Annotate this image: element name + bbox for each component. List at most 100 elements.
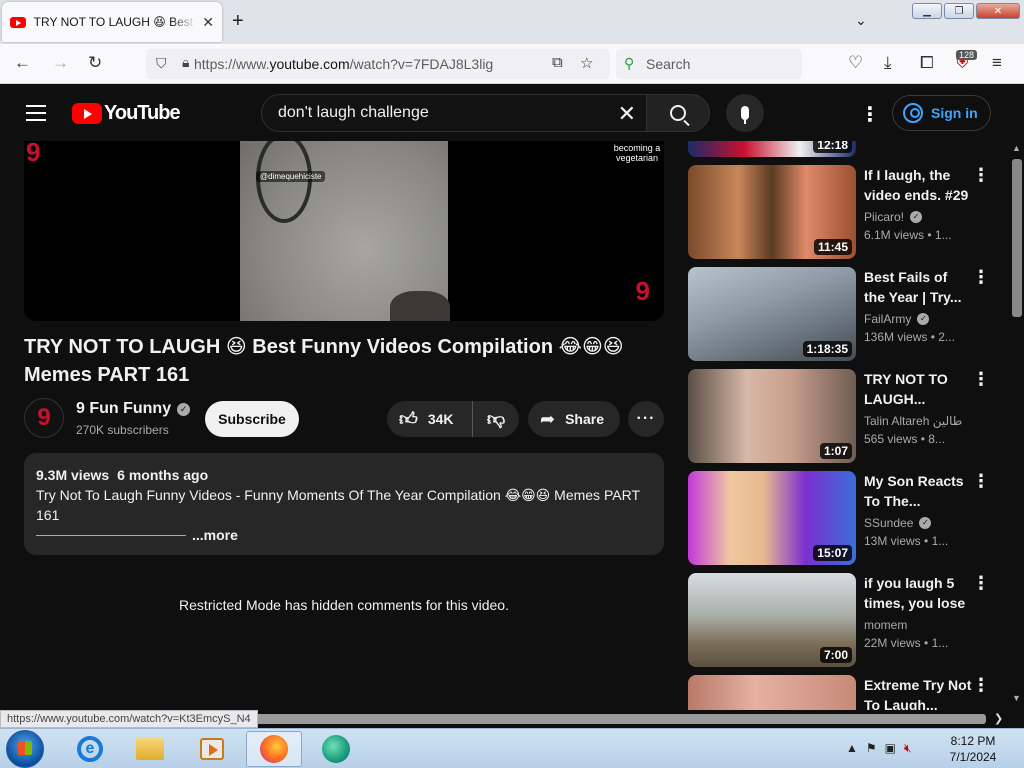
related-video-title[interactable]: Extreme Try Not To Laugh... [864,675,972,710]
scroll-right-arrow-icon[interactable]: ❯ [994,712,1003,725]
scroll-down-arrow-icon[interactable]: ▼ [1012,693,1021,703]
related-videos-sidebar: 12:18 11:45 If I laugh, the video ends. #… [688,141,1008,710]
related-video-title[interactable]: TRY NOT TO LAUGH... [864,369,972,409]
voice-search-button[interactable] [726,94,764,132]
action-center-flag-icon[interactable]: ⚑ [866,741,877,756]
pocket-icon[interactable]: ♡ [848,53,863,73]
bicycle-wheel [256,141,312,223]
bookmark-star-icon[interactable]: ☆ [580,54,593,72]
more-actions-button[interactable]: ··· [628,401,664,437]
start-button[interactable] [6,730,44,768]
minimize-button[interactable]: ▁ [912,3,942,19]
related-video-channel[interactable]: Talin Altareh طالين [864,414,962,428]
video-options-kebab-icon[interactable]: ⋮ [972,369,990,390]
close-tab-icon[interactable]: ✕ [202,14,214,31]
video-thumbnail[interactable]: 1:18:35 [688,267,856,361]
related-video-channel[interactable]: FailArmy ✓ [864,312,930,326]
taskbar-file-explorer[interactable] [122,731,178,767]
taskbar-firefox[interactable] [246,731,302,767]
guide-menu-icon[interactable] [26,105,46,121]
related-video-item[interactable]: 7:00 if you laugh 5 times, you lose momem 2… [688,573,1008,667]
tab-title: TRY NOT TO LAUGH 😆 Best Fu [33,15,197,29]
video-title: TRY NOT TO LAUGH 😆 Best Funny Videos Com… [24,336,624,386]
extensions-icon[interactable]: ⧠ [920,53,934,73]
sign-in-button[interactable]: Sign in [892,95,991,131]
verified-check-icon: ✓ [917,313,930,325]
related-video-title[interactable]: Best Fails of the Year | Try... [864,267,972,307]
tracking-shield-icon[interactable]: ⛉ [156,55,167,72]
video-options-kebab-icon[interactable]: ⋮ [972,165,990,186]
taskbar-edge[interactable] [308,731,364,767]
video-player[interactable]: 9 @dimequehiciste becoming a vegetarian … [24,141,664,321]
window-close-button[interactable]: ✕ [976,3,1020,19]
related-video-title[interactable]: My Son Reacts To The... [864,471,972,511]
browser-search-field[interactable]: ⚲ Search [616,49,802,79]
channel-name-text[interactable]: 9 Fun Funny [76,400,171,418]
list-all-tabs-chevron-icon[interactable]: ⌄ [855,12,867,29]
related-video-channel[interactable]: SSundee ✓ [864,516,932,530]
lock-icon[interactable]: 🔒︎ [182,54,189,71]
scroll-up-arrow-icon[interactable]: ▲ [1012,143,1021,153]
reload-icon[interactable]: ↻ [88,53,102,73]
related-video-channel-name[interactable]: SSundee [864,516,913,530]
subscribe-button[interactable]: Subscribe [205,401,299,437]
downloads-icon[interactable]: ⤓ [884,53,892,73]
video-thumbnail[interactable] [688,675,856,710]
related-video-channel[interactable]: momem [864,618,907,632]
related-video-channel-name[interactable]: FailArmy [864,312,911,326]
status-link-preview: https://www.youtube.com/watch?v=Kt3EmcyS… [0,710,258,728]
video-thumbnail[interactable]: 11:45 [688,165,856,259]
video-thumbnail[interactable]: 12:18 [688,141,856,157]
related-video-partial[interactable]: 12:18 [688,141,1008,157]
video-options-kebab-icon[interactable]: ⋮ [972,471,990,492]
clear-search-icon[interactable]: ✕ [618,101,636,127]
video-thumbnail[interactable]: 1:07 [688,369,856,463]
video-options-kebab-icon[interactable]: ⋮ [972,267,990,288]
like-button[interactable]: 👍︎ 34K [387,401,473,437]
channel-avatar[interactable]: 9 [24,398,64,438]
show-hidden-icons-arrow-icon[interactable]: ▲ [846,741,858,756]
share-button[interactable]: ➦ Share [528,401,620,437]
video-thumbnail[interactable]: 7:00 [688,573,856,667]
related-video-channel-name[interactable]: Talin Altareh طالين [864,414,962,428]
show-more-link[interactable]: ...more [192,525,238,545]
related-video-title[interactable]: if you laugh 5 times, you lose [864,573,972,613]
youtube-logo[interactable]: YouTube [72,102,181,125]
network-icon[interactable]: ▣ [885,741,896,756]
scrollbar-thumb[interactable] [1012,159,1022,317]
video-options-kebab-icon[interactable]: ⋮ [972,573,990,594]
vertical-scrollbar[interactable]: ▲ ▼ [1008,141,1024,710]
forward-arrow-icon[interactable]: → [52,53,69,73]
related-video-channel-name[interactable]: momem [864,618,907,632]
url-bar[interactable]: ⛉ 🔒︎ https://www.youtube.com/watch?v=7FD… [146,49,610,79]
system-clock[interactable]: 8:12 PM 7/1/2024 [935,733,1011,765]
youtube-search-input[interactable]: don't laugh challenge ✕ [261,94,647,132]
video-description[interactable]: 9.3M views 6 months ago Try Not To Laugh … [24,453,664,555]
translate-icon[interactable]: ⧉ [552,54,563,71]
related-video-views: 6.1M views [864,228,925,242]
restore-button[interactable]: ❐ [944,3,974,19]
taskbar-internet-explorer[interactable]: e [62,731,118,767]
settings-kebab-icon[interactable]: ⋮ [860,102,880,127]
app-menu-icon[interactable]: ≡ [992,53,1002,73]
related-video-item[interactable]: 1:18:35 Best Fails of the Year | Try... Fa… [688,267,1008,361]
related-video-channel[interactable]: Piicaro! ✓ [864,210,923,224]
related-video-item[interactable]: 15:07 My Son Reacts To The... SSundee ✓ 13M … [688,471,1008,565]
dislike-button[interactable]: 👎︎ [473,401,519,437]
new-tab-button[interactable]: + [232,10,244,33]
video-options-kebab-icon[interactable]: ⋮ [972,675,990,696]
browser-tab-youtube[interactable]: TRY NOT TO LAUGH 😆 Best Fu ✕ [2,2,222,42]
video-thumbnail[interactable]: 15:07 [688,471,856,565]
channel-name[interactable]: 9 Fun Funny ✓ [76,400,191,418]
youtube-search-button[interactable] [646,94,710,132]
taskbar-media-player[interactable] [184,731,240,767]
related-video-item[interactable]: 1:07 TRY NOT TO LAUGH... Talin Altareh طال… [688,369,1008,463]
windows-taskbar: e ▲ ⚑ ▣ 🔇︎ 8:12 PM 7/1/2024 [0,728,1024,768]
related-video-title[interactable]: If I laugh, the video ends. #29 [864,165,972,205]
volume-muted-icon[interactable]: 🔇︎ [904,741,912,756]
related-video-item[interactable]: 11:45 If I laugh, the video ends. #29 Piic… [688,165,1008,259]
related-video-item[interactable]: Extreme Try Not To Laugh... ⋮ [688,675,1008,710]
back-arrow-icon[interactable]: ← [14,53,31,73]
related-video-meta: 136M views • 2... [864,330,955,344]
related-video-channel-name[interactable]: Piicaro! [864,210,904,224]
